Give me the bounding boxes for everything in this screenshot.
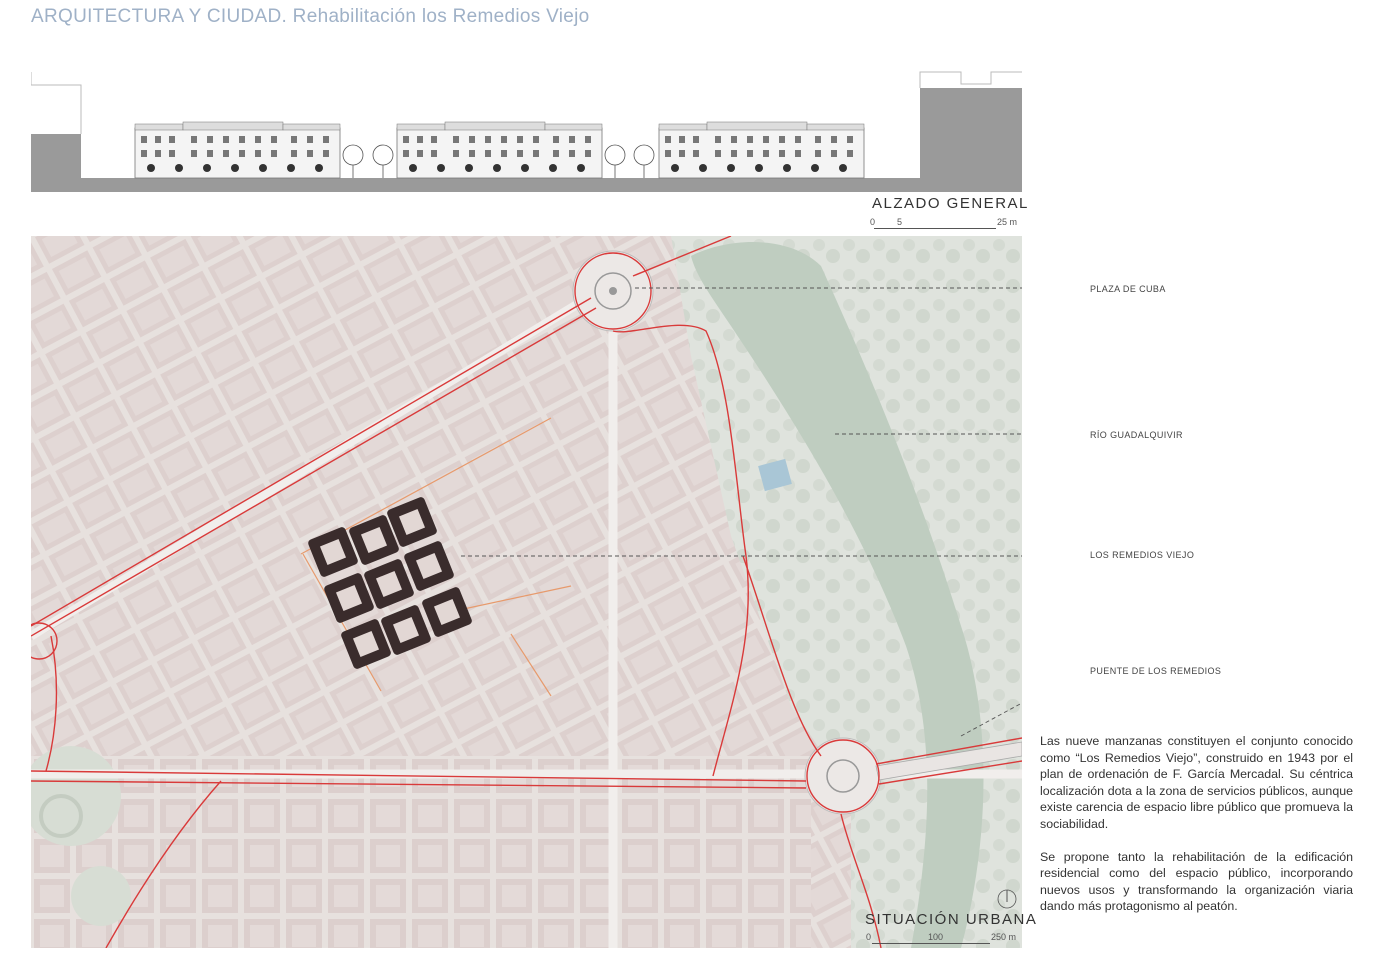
- page-title: ARQUITECTURA Y CIUDAD. Rehabilitación lo…: [31, 6, 590, 27]
- label-rio-guadalquivir: RÍO GUADALQUIVIR: [1090, 430, 1183, 440]
- urban-situation-map: [31, 236, 1022, 948]
- map-scale-bar: 0 100 250 m: [866, 932, 1022, 946]
- elevation-scale-label-2: 25 m: [997, 217, 1018, 227]
- elevation-scale-label-1: 5: [897, 217, 903, 227]
- elevation-scale-label-0: 0: [870, 217, 876, 227]
- map-caption: SITUACIÓN URBANA: [865, 911, 1038, 928]
- project-description: Las nueve manzanas constituyen el conjun…: [1040, 733, 1353, 931]
- map-scale-label-0: 0: [866, 932, 872, 942]
- elevation-drawing: [31, 71, 1022, 192]
- label-los-remedios-viejo: LOS REMEDIOS VIEJO: [1090, 550, 1195, 560]
- description-paragraph-1: Las nueve manzanas constituyen el conjun…: [1040, 734, 1353, 831]
- elevation-scale-bar: 0 5 25 m: [870, 217, 1022, 231]
- elevation-caption: ALZADO GENERAL: [872, 195, 1029, 212]
- label-puente-de-los-remedios: PUENTE DE LOS REMEDIOS: [1090, 666, 1222, 676]
- map-scale-label-1: 100: [928, 932, 944, 942]
- label-plaza-de-cuba: PLAZA DE CUBA: [1090, 284, 1166, 294]
- north-arrow-icon: [997, 889, 1017, 909]
- description-paragraph-2: Se propone tanto la rehabilitación de la…: [1040, 849, 1353, 914]
- map-scale-label-2: 250 m: [991, 932, 1017, 942]
